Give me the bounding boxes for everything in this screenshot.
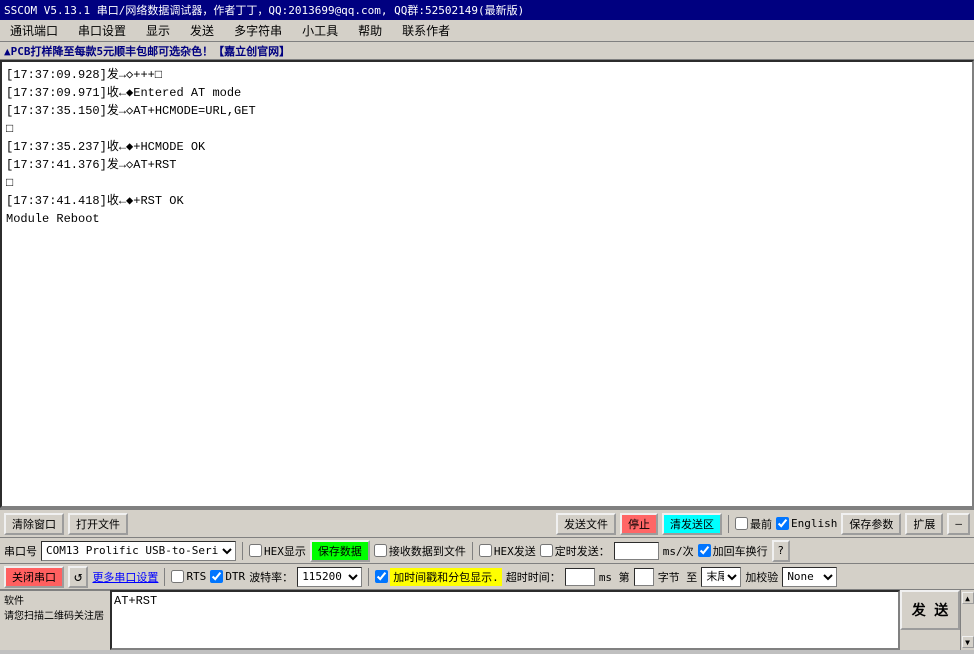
terminal-line-10: Module Reboot — [6, 210, 968, 228]
dtr-group: DTR — [210, 570, 245, 583]
info-area: 为了更好地发展SSCOM软件 请您扫描二维码关注居家白 — [0, 590, 110, 622]
save-data-button[interactable]: 保存数据 — [310, 540, 370, 562]
checksum-label: 加校验 — [745, 569, 778, 585]
terminal-line-0: [17:37:09.928]发→◇+++□ — [6, 66, 968, 84]
timed-send-group: 定时发送： — [540, 543, 610, 559]
recv-file-label: 接收数据到文件 — [389, 543, 466, 559]
hex-send-checkbox[interactable] — [479, 544, 492, 557]
rts-checkbox[interactable] — [171, 570, 184, 583]
hex-display-checkbox[interactable] — [249, 544, 262, 557]
toolbar-row2: 串口号 COM13 Prolific USB-to-Seri HEX显示 保存数… — [0, 538, 974, 564]
end-select[interactable]: 末尾 — [701, 567, 741, 587]
add-crlf-label: 加回车换行 — [713, 543, 768, 559]
english-label: English — [791, 517, 837, 530]
menu-contact[interactable]: 联系作者 — [396, 21, 456, 40]
help-button[interactable]: ? — [772, 540, 790, 562]
timeout-label: 超时时间： — [506, 569, 561, 585]
always-on-top-group: 最前 — [735, 516, 772, 532]
hex-send-label: HEX发送 — [494, 543, 536, 559]
packet-num-input[interactable]: 1 — [634, 568, 654, 586]
always-on-top-label: 最前 — [750, 516, 772, 532]
always-on-top-checkbox[interactable] — [735, 517, 748, 530]
terminal-line-4: □ — [6, 120, 968, 138]
add-crlf-group: 加回车换行 — [698, 543, 768, 559]
hex-send-group: HEX发送 — [479, 543, 536, 559]
expand-button[interactable]: 扩展 — [905, 513, 943, 535]
menu-com-settings[interactable]: 串口设置 — [72, 21, 132, 40]
menu-tools[interactable]: 小工具 — [296, 21, 344, 40]
timeout-value[interactable]: 20 — [565, 568, 595, 586]
recv-file-group: 接收数据到文件 — [374, 543, 466, 559]
dtr-label: DTR — [225, 570, 245, 583]
terminal-line-1: [17:37:09.971]收←◆Entered AT mode — [6, 84, 968, 102]
byte-label: 字节 至 — [658, 569, 698, 585]
send-file-button[interactable]: 发送文件 — [556, 513, 616, 535]
dtr-checkbox[interactable] — [210, 570, 223, 583]
english-checkbox[interactable] — [776, 517, 789, 530]
title-text: SSCOM V5.13.1 串口/网络数据调试器，作者丁丁，QQ:2013699… — [4, 2, 524, 18]
ms2-label: ms 第 — [599, 569, 630, 585]
rts-group: RTS — [171, 570, 206, 583]
add-crlf-checkbox[interactable] — [698, 544, 711, 557]
close-com-button[interactable]: 关闭串口 — [4, 566, 64, 588]
menu-help[interactable]: 帮助 — [352, 21, 388, 40]
hex-display-label: HEX显示 — [264, 543, 306, 559]
notif-text[interactable]: ▲PCB打样降至每款5元顺丰包邮可选杂色！【嘉立创官网】 — [4, 43, 290, 59]
refresh-com-button[interactable]: ↺ — [68, 566, 88, 588]
timed-send-checkbox[interactable] — [540, 544, 553, 557]
send-btn-area: 发 送 — [900, 590, 960, 650]
more-settings-button[interactable]: 更多串口设置 — [92, 569, 158, 585]
baud-rate-select[interactable]: 115200 — [297, 567, 362, 587]
minimize-button[interactable]: — — [947, 513, 970, 535]
terminal-line-8: □ — [6, 174, 968, 192]
com-label: 串口号 — [4, 543, 37, 559]
toolbar-row1: 清除窗口 打开文件 发送文件 停止 清发送区 最前 English 保存参数 扩… — [0, 510, 974, 538]
send-button[interactable]: 发 送 — [900, 590, 960, 630]
bottom-area: 清除窗口 打开文件 发送文件 停止 清发送区 最前 English 保存参数 扩… — [0, 508, 974, 650]
timestamp-checkbox[interactable] — [375, 570, 388, 583]
scroll-down-arrow[interactable]: ▼ — [962, 636, 974, 648]
send-text-input[interactable]: AT+RST — [110, 590, 900, 650]
title-bar: SSCOM V5.13.1 串口/网络数据调试器，作者丁丁，QQ:2013699… — [0, 0, 974, 20]
timestamp-label: 加时间戳和分包显示. — [390, 568, 502, 586]
menu-bar: 通讯端口 串口设置 显示 发送 多字符串 小工具 帮助 联系作者 — [0, 20, 974, 42]
scroll-area: ▲ ▼ — [960, 590, 974, 650]
terminal-line-7: [17:37:41.376]发→◇AT+RST — [6, 156, 968, 174]
timestamp-group: 加时间戳和分包显示. — [375, 568, 502, 586]
checksum-select[interactable]: None — [782, 567, 837, 587]
baud-label: 波特率： — [249, 569, 293, 585]
terminal-line-5: [17:37:35.237]收←◆+HCMODE OK — [6, 138, 968, 156]
timed-send-label: 定时发送： — [555, 543, 610, 559]
english-group: English — [776, 517, 837, 530]
clear-window-button[interactable]: 清除窗口 — [4, 513, 64, 535]
clear-send-button[interactable]: 清发送区 — [662, 513, 722, 535]
menu-multistring[interactable]: 多字符串 — [228, 21, 288, 40]
rts-label: RTS — [186, 570, 206, 583]
ms-label: ms/次 — [663, 543, 694, 559]
send-area: 为了更好地发展SSCOM软件 请您扫描二维码关注居家白 AT+RST 发 送 ▲… — [0, 590, 974, 650]
toolbar-row3: 关闭串口 ↺ 更多串口设置 RTS DTR 波特率： 115200 加时间戳和分… — [0, 564, 974, 590]
terminal-area: [17:37:09.928]发→◇+++□ [17:37:09.971]收←◆E… — [0, 60, 974, 508]
recv-file-checkbox[interactable] — [374, 544, 387, 557]
menu-send[interactable]: 发送 — [184, 21, 220, 40]
save-params-button[interactable]: 保存参数 — [841, 513, 901, 535]
menu-display[interactable]: 显示 — [140, 21, 176, 40]
scroll-up-arrow[interactable]: ▲ — [962, 592, 974, 604]
menu-comport[interactable]: 通讯端口 — [4, 21, 64, 40]
terminal-line-9: [17:37:41.418]收←◆+RST OK — [6, 192, 968, 210]
stop-button[interactable]: 停止 — [620, 513, 658, 535]
info-line2: 请您扫描二维码关注居家白 — [4, 607, 106, 623]
open-file-button[interactable]: 打开文件 — [68, 513, 128, 535]
timed-send-value[interactable]: 1000 — [614, 542, 659, 560]
notif-bar: ▲PCB打样降至每款5元顺丰包邮可选杂色！【嘉立创官网】 — [0, 42, 974, 60]
com-port-select[interactable]: COM13 Prolific USB-to-Seri — [41, 541, 236, 561]
hex-display-group: HEX显示 — [249, 543, 306, 559]
terminal-line-3: [17:37:35.150]发→◇AT+HCMODE=URL,GET — [6, 102, 968, 120]
info-line1: 为了更好地发展SSCOM软件 — [4, 590, 106, 607]
